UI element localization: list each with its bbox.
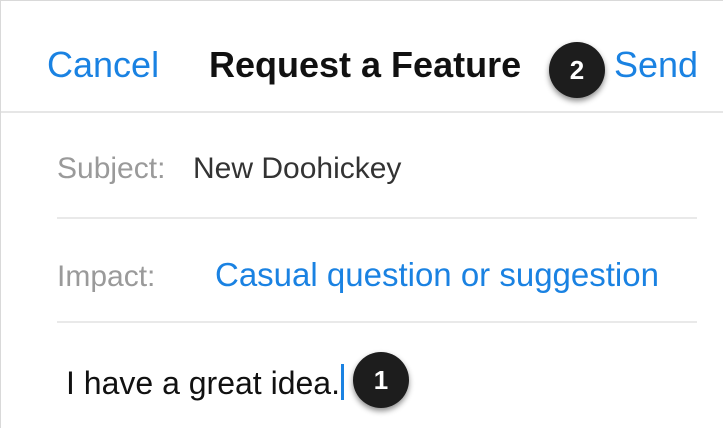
message-body-text: I have a great idea. [66, 365, 340, 401]
callout-badge-2: 2 [549, 42, 605, 98]
callout-badge-1: 1 [353, 352, 409, 408]
navigation-bar: Cancel Request a Feature Send [1, 1, 723, 113]
message-body-field[interactable]: I have a great idea. [66, 363, 344, 403]
subject-row[interactable]: Subject: New Doohickey [57, 115, 697, 219]
feature-request-form: Cancel Request a Feature Send Subject: N… [0, 0, 723, 428]
impact-row[interactable]: Impact: Casual question or suggestion [57, 219, 697, 323]
cancel-button[interactable]: Cancel [47, 43, 159, 87]
subject-field[interactable]: New Doohickey [193, 151, 401, 187]
impact-selector[interactable]: Casual question or suggestion [215, 255, 659, 295]
subject-label: Subject: [57, 152, 166, 185]
text-cursor [340, 364, 344, 400]
page-title: Request a Feature [209, 44, 522, 85]
impact-label: Impact: [57, 260, 156, 293]
send-button[interactable]: Send [614, 43, 698, 87]
